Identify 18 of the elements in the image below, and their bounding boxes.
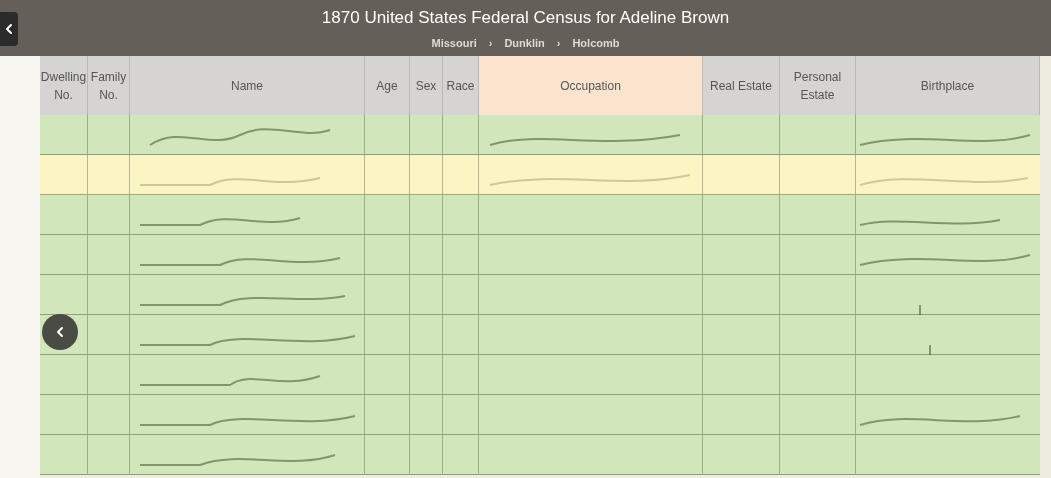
column-header[interactable]: Personal Estate <box>780 56 856 115</box>
breadcrumb-separator: › <box>556 35 561 51</box>
back-button[interactable] <box>0 12 18 46</box>
column-header[interactable]: Age <box>365 56 410 115</box>
column-header[interactable]: Real Estate <box>703 56 780 115</box>
column-header[interactable]: Race <box>443 56 479 115</box>
record-row[interactable] <box>40 315 1040 355</box>
breadcrumb-link[interactable]: Missouri <box>431 34 477 51</box>
column-header[interactable]: Birthplace <box>856 56 1040 115</box>
column-header[interactable]: Occupation <box>479 56 703 115</box>
column-header[interactable]: Family No. <box>88 56 130 115</box>
column-header[interactable]: Name <box>130 56 365 115</box>
breadcrumb-separator: › <box>488 35 493 51</box>
column-header[interactable]: Dwelling No. <box>40 56 88 115</box>
window-title: 1870 United States Federal Census for Adeline Brown <box>321 7 730 29</box>
breadcrumb-link[interactable]: Dunklin <box>504 34 545 51</box>
breadcrumb-link[interactable]: Holcomb <box>572 34 620 51</box>
column-header[interactable]: Sex <box>410 56 443 115</box>
